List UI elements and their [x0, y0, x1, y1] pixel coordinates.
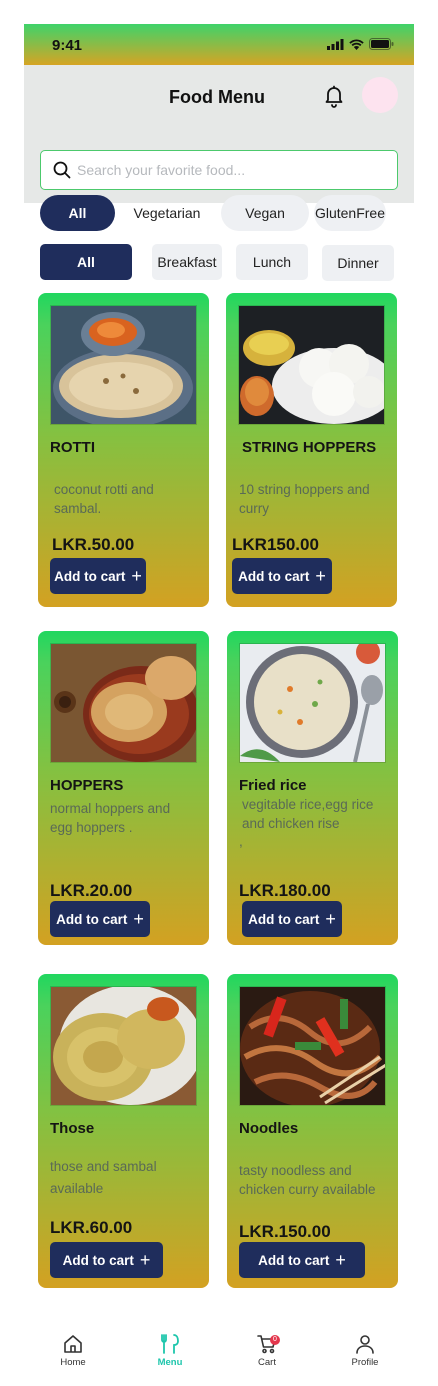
noodles-photo — [239, 986, 386, 1106]
plus-icon: + — [325, 908, 336, 929]
header: Food Menu — [24, 65, 414, 203]
food-card[interactable]: . Noodles tasty noodless and chicken cur… — [227, 974, 398, 1288]
app-screen: 9:41 Food Menu All Vegetarian Vegan Glut… — [24, 24, 414, 1386]
avatar[interactable] — [362, 77, 398, 113]
meal-filter-all[interactable]: All — [40, 244, 132, 280]
plus-icon: + — [131, 565, 142, 586]
signal-icon — [327, 38, 344, 50]
menu-icon — [161, 1334, 179, 1354]
search-bar — [40, 150, 398, 190]
diet-filter-vegan[interactable]: Vegan — [221, 195, 309, 231]
search-icon — [53, 161, 71, 179]
nav-home[interactable]: Home — [43, 1333, 103, 1368]
food-price: LKR.60.00 — [50, 1218, 133, 1237]
food-card[interactable]: Fried rice vegitable rice,egg rice and c… — [227, 631, 398, 945]
hoppers-photo — [50, 643, 197, 763]
bell-icon[interactable] — [322, 84, 346, 108]
food-name: HOPPERS — [50, 777, 124, 794]
bottom-nav: Home Menu 0 Cart Profile — [24, 1327, 414, 1386]
diet-filter-vegetarian[interactable]: Vegetarian — [124, 195, 210, 231]
status-time: 9:41 — [52, 37, 83, 54]
plus-icon: + — [139, 1249, 151, 1270]
nav-home-label: Home — [60, 1357, 86, 1368]
food-price: LKR.20.00 — [50, 881, 133, 900]
fried-rice-photo — [239, 643, 386, 763]
food-card[interactable]: ROTTI coconut rotti and sambal. LKR.50.0… — [38, 293, 209, 607]
search-input[interactable] — [77, 151, 387, 188]
food-price: LKR.50.00 — [52, 535, 135, 554]
meal-filter-dinner[interactable]: Dinner — [322, 245, 394, 281]
food-price: LKR.150.00 — [239, 1222, 331, 1241]
food-description: vegitable rice,egg rice and chicken rise — [242, 797, 374, 831]
food-card[interactable]: Those those and sambal available LKR.60.… — [38, 974, 209, 1288]
nav-cart-label: Cart — [258, 1357, 276, 1368]
status-bar: 9:41 — [24, 24, 414, 65]
add-to-cart-button[interactable]: Add to cart + — [242, 901, 342, 937]
food-card[interactable]: HOPPERS normal hoppers and egg hoppers .… — [38, 631, 209, 945]
diet-filter-all[interactable]: All — [40, 195, 115, 231]
diet-filter-glutenfree[interactable]: GlutenFree — [314, 195, 386, 231]
add-to-cart-label: Add to cart — [56, 911, 128, 927]
meal-filter-breakfast[interactable]: Breakfast — [152, 244, 222, 280]
food-price: LKR150.00 — [232, 535, 319, 554]
plus-icon: + — [315, 565, 326, 586]
add-to-cart-button[interactable]: Add to cart + — [50, 1242, 163, 1278]
food-description: normal hoppers and egg hoppers . — [50, 801, 171, 835]
food-name: ROTTI — [50, 439, 95, 456]
nav-profile[interactable]: Profile — [335, 1333, 395, 1368]
nav-menu[interactable]: Menu — [140, 1333, 200, 1368]
nav-profile-label: Profile — [351, 1357, 379, 1368]
wifi-icon — [349, 38, 364, 50]
food-card[interactable]: STRING HOPPERS 10 string hoppers and cur… — [226, 293, 397, 607]
meal-filter-lunch[interactable]: Lunch — [236, 244, 308, 280]
rotti-photo — [50, 305, 197, 425]
add-to-cart-label: Add to cart — [54, 568, 126, 584]
food-description: coconut rotti and sambal. — [54, 482, 154, 516]
food-name: Noodles — [239, 1120, 299, 1137]
food-name: Fried rice — [239, 777, 307, 794]
food-price: LKR.180.00 — [239, 881, 331, 900]
add-to-cart-button[interactable]: Add to cart + — [50, 558, 146, 594]
add-to-cart-label: Add to cart — [62, 1252, 134, 1268]
cart-badge: 0 — [270, 1335, 280, 1345]
add-to-cart-button[interactable]: Add to cart + — [232, 558, 332, 594]
battery-icon — [369, 38, 394, 50]
add-to-cart-label: Add to cart — [258, 1252, 330, 1268]
plus-icon: + — [335, 1249, 346, 1270]
plus-icon: + — [133, 908, 144, 929]
food-description: those and sambal available — [50, 1159, 157, 1196]
food-description: tasty noodless and chicken curry availab… — [239, 1163, 376, 1197]
status-icons — [327, 38, 394, 50]
thosai-photo — [50, 986, 197, 1106]
nav-cart[interactable]: 0 Cart — [237, 1333, 297, 1368]
profile-icon — [356, 1335, 374, 1354]
string-hoppers-photo — [238, 305, 385, 425]
home-icon — [64, 1335, 82, 1353]
food-name: Those — [50, 1120, 95, 1137]
add-to-cart-button[interactable]: Add to cart + — [50, 901, 150, 937]
nav-menu-label: Menu — [157, 1357, 183, 1368]
add-to-cart-button[interactable]: Add to cart + — [239, 1242, 365, 1278]
page-title: Food Menu — [169, 87, 265, 107]
food-description-extra: , — [239, 834, 243, 849]
add-to-cart-label: Add to cart — [248, 911, 320, 927]
add-to-cart-label: Add to cart — [238, 568, 310, 584]
food-description: 10 string hoppers and curry — [239, 482, 370, 516]
food-name: STRING HOPPERS — [242, 439, 377, 456]
